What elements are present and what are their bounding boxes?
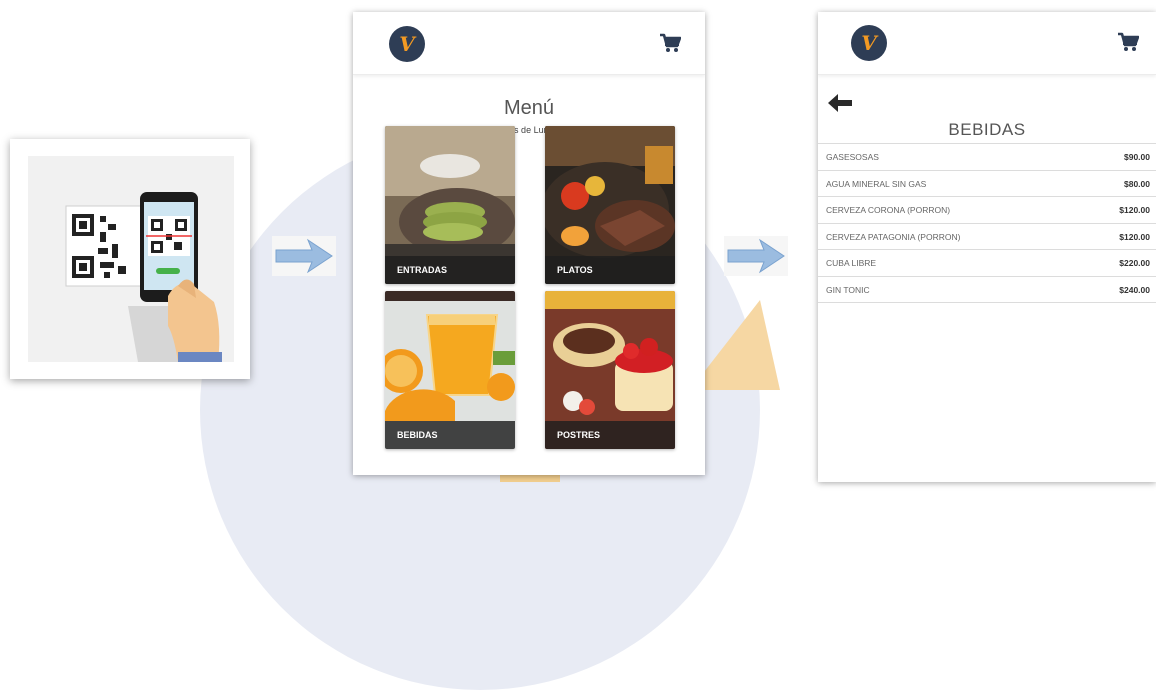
brand-logo[interactable]: V <box>389 26 425 62</box>
category-tile-bebidas[interactable]: BEBIDAS <box>385 291 515 449</box>
item-name: CERVEZA PATAGONIA (PORRON) <box>826 231 961 242</box>
item-name: CUBA LIBRE <box>826 258 877 268</box>
category-tile-entradas[interactable]: ENTRADAS <box>385 126 515 284</box>
item-name: GIN TONIC <box>826 284 870 295</box>
category-tile-postres[interactable]: POSTRES <box>545 291 675 449</box>
item-price: $80.00 <box>1124 178 1150 189</box>
cart-icon[interactable] <box>1117 32 1140 57</box>
item-price: $240.00 <box>1119 284 1150 295</box>
category-label: POSTRES <box>545 421 675 449</box>
category-title: BEBIDAS <box>948 120 1026 139</box>
item-name: CERVEZA CORONA (PORRON) <box>826 205 951 215</box>
brand-logo-letter: V <box>861 31 877 55</box>
qr-scan-illustration <box>28 156 234 362</box>
category-tile-platos[interactable]: PLATOS <box>545 126 675 284</box>
bebidas-screen: V BEBIDAS GASESOSAS $90.00 AGUA MINERAL … <box>818 12 1156 482</box>
item-price: $120.00 <box>1119 231 1150 242</box>
brand-logo-letter: V <box>399 32 415 56</box>
item-name: AGUA MINERAL SIN GAS <box>826 178 927 189</box>
app-header: V <box>353 12 705 75</box>
item-price: $90.00 <box>1124 152 1150 162</box>
qr-scan-card <box>10 139 250 379</box>
cart-icon[interactable] <box>659 33 682 58</box>
list-item[interactable]: CERVEZA PATAGONIA (PORRON) $120.00 <box>818 224 1156 250</box>
menu-screen: V Menú Nuestro horario de atención es de… <box>353 12 705 475</box>
item-price: $220.00 <box>1119 258 1150 268</box>
qr-scan-illustration-icon <box>65 192 222 362</box>
item-price: $120.00 <box>1119 205 1150 215</box>
item-name: GASESOSAS <box>826 152 879 162</box>
list-item[interactable]: AGUA MINERAL SIN GAS $80.00 <box>818 171 1156 197</box>
flow-arrow-icon-shape <box>727 238 785 274</box>
category-label: PLATOS <box>545 256 675 284</box>
drinks-list: GASESOSAS $90.00 AGUA MINERAL SIN GAS $8… <box>818 143 1156 303</box>
list-item[interactable]: GIN TONIC $240.00 <box>818 277 1156 303</box>
list-item[interactable]: CUBA LIBRE $220.00 <box>818 250 1156 277</box>
list-item[interactable]: CERVEZA CORONA (PORRON) $120.00 <box>818 197 1156 224</box>
flow-arrow-icon <box>724 236 788 276</box>
page-title: Menú <box>503 97 555 119</box>
back-arrow-icon[interactable] <box>828 94 852 112</box>
app-header: V <box>818 12 1156 75</box>
flow-arrow-icon-shape <box>275 238 333 274</box>
brand-logo[interactable]: V <box>851 25 887 61</box>
list-item[interactable]: GASESOSAS $90.00 <box>818 144 1156 171</box>
flow-arrow-icon <box>272 236 336 276</box>
category-label: BEBIDAS <box>385 421 515 449</box>
category-label: ENTRADAS <box>385 256 515 284</box>
